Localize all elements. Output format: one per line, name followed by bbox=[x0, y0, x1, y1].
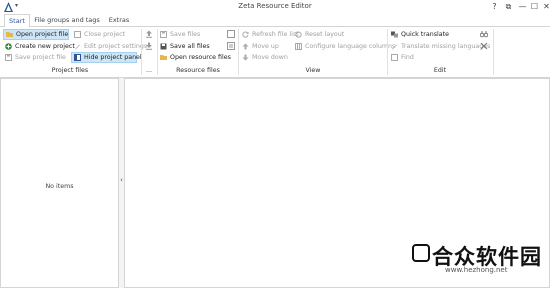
ribbon-separator bbox=[493, 29, 494, 75]
create-new-project-button[interactable]: Create new project bbox=[3, 41, 78, 52]
close-project-button[interactable]: Close project bbox=[72, 29, 128, 40]
translate-missing-icon bbox=[392, 44, 397, 50]
quick-translate-button[interactable]: Quick translate bbox=[389, 29, 452, 40]
open-project-file-label: Open project file bbox=[16, 31, 69, 38]
open-resource-files-button[interactable]: Open resource files bbox=[158, 52, 234, 63]
ribbon: Open project file Create new project Sav… bbox=[0, 26, 550, 78]
configure-language-columns-label: Configure language columns bbox=[305, 43, 396, 50]
group-label-view: View bbox=[305, 67, 321, 74]
empty-list-text: No items bbox=[45, 183, 74, 190]
reset-layout-label: Reset layout bbox=[305, 31, 345, 38]
open-resource-files-label: Open resource files bbox=[170, 54, 231, 61]
watermark-logo-icon bbox=[412, 244, 430, 262]
reset-icon bbox=[295, 31, 302, 38]
close-project-label: Close project bbox=[84, 31, 126, 38]
refresh-file-list-label: Refresh file list bbox=[252, 31, 299, 38]
save-files-label: Save files bbox=[170, 31, 201, 38]
tab-start[interactable]: Start bbox=[4, 14, 30, 27]
save-all-files-button[interactable]: Save all files bbox=[158, 41, 213, 52]
title-bar: ▾ Zeta Resource Editor ? ⧉ — ☐ ✕ bbox=[0, 0, 550, 14]
new-project-icon bbox=[5, 43, 12, 50]
panel-icon bbox=[74, 54, 81, 61]
translate-missing-languages-label: Translate missing languages bbox=[401, 43, 491, 50]
refresh-icon bbox=[242, 31, 249, 38]
quick-translate-label: Quick translate bbox=[401, 31, 449, 38]
restore-layout-button[interactable]: ⧉ bbox=[502, 1, 515, 13]
download-icon[interactable] bbox=[145, 42, 153, 50]
save-project-file-label: Save project file bbox=[15, 54, 66, 61]
arrow-down-icon bbox=[242, 54, 249, 61]
project-panel[interactable]: No items bbox=[0, 78, 119, 288]
close-project-icon bbox=[74, 31, 81, 38]
translate-icon bbox=[391, 31, 398, 38]
list-icon[interactable] bbox=[227, 42, 235, 50]
hide-project-panel-button[interactable]: Hide project panel bbox=[71, 52, 142, 63]
cut-icon[interactable] bbox=[480, 42, 488, 50]
move-up-button[interactable]: Move up bbox=[240, 41, 282, 52]
group-label-misc: ... bbox=[145, 67, 152, 74]
window-title: Zeta Resource Editor bbox=[238, 2, 312, 10]
save-icon bbox=[5, 54, 12, 61]
close-file-icon[interactable] bbox=[227, 30, 235, 38]
find-label: Find bbox=[401, 54, 414, 61]
move-up-label: Move up bbox=[252, 43, 279, 50]
folder-open-icon bbox=[160, 55, 167, 60]
close-button[interactable]: ✕ bbox=[540, 1, 550, 13]
edit-project-settings-label: Edit project settings bbox=[84, 43, 148, 50]
move-down-label: Move down bbox=[252, 54, 288, 61]
find-button[interactable]: Find bbox=[389, 52, 417, 63]
folder-open-icon bbox=[6, 32, 13, 37]
translate-missing-languages-button[interactable]: Translate missing languages bbox=[389, 41, 493, 52]
help-button[interactable]: ? bbox=[488, 1, 501, 13]
save-all-icon bbox=[160, 43, 167, 50]
watermark-url: www.hezhong.net bbox=[445, 266, 508, 274]
save-icon bbox=[160, 31, 167, 38]
binoculars-icon[interactable] bbox=[480, 30, 488, 38]
ribbon-separator bbox=[238, 29, 239, 75]
reset-layout-button[interactable]: Reset layout bbox=[293, 29, 347, 40]
pencil-icon bbox=[75, 44, 80, 50]
group-label-project-files: Project files bbox=[51, 67, 89, 74]
save-all-files-label: Save all files bbox=[170, 43, 210, 50]
find-icon bbox=[391, 54, 398, 61]
edit-project-settings-button[interactable]: Edit project settings bbox=[72, 41, 150, 52]
open-project-file-button[interactable]: Open project file bbox=[3, 29, 69, 40]
move-down-button[interactable]: Move down bbox=[240, 52, 291, 63]
hide-project-panel-label: Hide project panel bbox=[84, 54, 142, 61]
group-label-resource-files: Resource files bbox=[176, 67, 220, 74]
group-label-edit: Edit bbox=[433, 67, 447, 74]
arrow-up-icon bbox=[242, 43, 249, 50]
create-new-project-label: Create new project bbox=[15, 43, 75, 50]
save-project-file-button[interactable]: Save project file bbox=[3, 52, 69, 63]
columns-icon bbox=[295, 43, 302, 50]
upload-icon[interactable] bbox=[145, 30, 153, 38]
save-files-button[interactable]: Save files bbox=[158, 29, 203, 40]
configure-language-columns-button[interactable]: Configure language columns bbox=[293, 41, 398, 52]
